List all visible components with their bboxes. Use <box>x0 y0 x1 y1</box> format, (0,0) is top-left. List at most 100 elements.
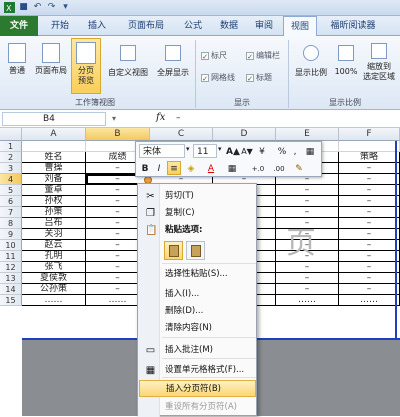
cell-a13[interactable]: 夏侯敦 <box>22 273 86 284</box>
redo-icon[interactable]: ↷ <box>46 2 57 13</box>
tab-page-layout[interactable]: 页面布局 <box>117 16 175 36</box>
tab-view[interactable]: 视图 <box>283 16 317 37</box>
column-header-d[interactable]: D <box>213 128 276 141</box>
normal-view-button[interactable]: 普通 <box>3 40 31 92</box>
cell-e14[interactable]: – <box>276 284 339 295</box>
tab-review[interactable]: 审阅 <box>247 16 281 36</box>
tab-foxit-reader[interactable]: 福昕阅读器 <box>320 16 386 36</box>
name-box[interactable]: B4 <box>2 112 106 126</box>
column-header-a[interactable]: A <box>22 128 86 141</box>
borders-button[interactable]: ▦ <box>225 161 239 175</box>
cell-f14[interactable]: – <box>339 284 400 295</box>
cell-a15[interactable]: …… <box>22 295 86 306</box>
cell-f1[interactable] <box>339 141 400 152</box>
customize-icon[interactable]: ▾ <box>60 2 71 13</box>
cell-e13[interactable]: – <box>276 273 339 284</box>
center-align-button[interactable]: ≡ <box>167 161 181 175</box>
menu-item-8[interactable]: ▭ 插入批注(M) <box>139 342 256 359</box>
cell-f5[interactable]: – <box>339 185 400 196</box>
menu-item-10[interactable]: 插入分页符(B) <box>139 380 256 397</box>
cell-a6[interactable]: 孙权 <box>22 196 86 207</box>
bold-button[interactable]: B <box>139 161 151 175</box>
page-layout-view-button[interactable]: 页面布局 <box>33 40 69 92</box>
paste-button[interactable] <box>164 241 183 260</box>
cell-a12[interactable]: 张飞 <box>22 262 86 273</box>
cell-a11[interactable]: 孔明 <box>22 251 86 262</box>
cell-f11[interactable]: – <box>339 251 400 262</box>
row-header-12[interactable]: 12 <box>0 262 22 273</box>
gridlines-checkbox[interactable]: 网格线 <box>201 72 235 83</box>
row-header-6[interactable]: 6 <box>0 196 22 207</box>
cell-a10[interactable]: 赵云 <box>22 240 86 251</box>
column-header-f[interactable]: F <box>339 128 400 141</box>
zoom-button[interactable]: 显示比例 <box>291 40 331 92</box>
cell-a14[interactable]: 公孙策 <box>22 284 86 295</box>
font-size-box[interactable]: 11 <box>193 144 217 158</box>
cell-a4[interactable]: 刘备 <box>22 174 86 185</box>
zoom-100-button[interactable]: 100% <box>333 40 359 92</box>
tab-file[interactable]: 文件 <box>0 16 38 36</box>
ruler-checkbox[interactable]: 标尺 <box>201 50 227 61</box>
row-header-8[interactable]: 8 <box>0 218 22 229</box>
cell-a2[interactable]: 姓名 <box>22 152 86 163</box>
increase-decimal-button[interactable]: +.0 <box>249 161 267 175</box>
row-header-1[interactable]: 1 <box>0 141 22 152</box>
undo-icon[interactable]: ↶ <box>32 2 43 13</box>
cell-a7[interactable]: 孙策 <box>22 207 86 218</box>
row-header-13[interactable]: 13 <box>0 273 22 284</box>
cell-f4[interactable]: – <box>339 174 400 185</box>
menu-item-0[interactable]: ✂ 剪切(T) <box>139 188 256 205</box>
cell-a8[interactable]: 吕布 <box>22 218 86 229</box>
column-header-c[interactable]: C <box>150 128 213 141</box>
format-painter-table-button[interactable]: ▦ <box>303 144 317 158</box>
font-name-dropdown-icon[interactable]: ▾ <box>186 145 190 153</box>
tab-formulas[interactable]: 公式 <box>176 16 210 36</box>
headings-checkbox[interactable]: 标题 <box>246 72 272 83</box>
tab-insert[interactable]: 插入 <box>80 16 114 36</box>
row-header-10[interactable]: 10 <box>0 240 22 251</box>
menu-item-5[interactable]: 插入(I)... <box>139 286 256 303</box>
shrink-font-button[interactable]: A▼ <box>240 144 254 158</box>
cell-f7[interactable]: – <box>339 207 400 218</box>
fill-color-button[interactable]: ◈ <box>184 161 198 175</box>
row-header-3[interactable]: 3 <box>0 163 22 174</box>
cell-a9[interactable]: 关羽 <box>22 229 86 240</box>
save-icon[interactable]: ■ <box>18 2 29 13</box>
font-name-box[interactable]: 宋体 <box>139 144 185 158</box>
row-header-15[interactable]: 15 <box>0 295 22 306</box>
custom-views-button[interactable]: 自定义视图 <box>104 40 152 92</box>
tab-home[interactable]: 开始 <box>42 16 78 36</box>
cell-e7[interactable]: – <box>276 207 339 218</box>
cell-e15[interactable]: …… <box>276 295 339 306</box>
cell-f13[interactable]: – <box>339 273 400 284</box>
currency-format-button[interactable]: ¥ <box>255 144 269 158</box>
cell-e12[interactable]: – <box>276 262 339 273</box>
page-break-preview-button[interactable]: 分页 预览 <box>71 38 101 94</box>
row-header-9[interactable]: 9 <box>0 229 22 240</box>
column-header-e[interactable]: E <box>276 128 339 141</box>
percent-format-button[interactable]: % <box>276 144 288 158</box>
font-size-dropdown-icon[interactable]: ▾ <box>218 145 222 153</box>
cell-f15[interactable]: …… <box>339 295 400 306</box>
select-all-corner[interactable] <box>0 128 22 141</box>
row-header-14[interactable]: 14 <box>0 284 22 295</box>
cell-a1[interactable] <box>22 141 86 152</box>
row-header-11[interactable]: 11 <box>0 251 22 262</box>
formula-input[interactable]: – <box>176 113 181 123</box>
insert-function-icon[interactable]: fx <box>156 112 165 123</box>
tab-data[interactable]: 数据 <box>212 16 246 36</box>
italic-button[interactable]: I <box>153 161 165 175</box>
menu-item-1[interactable]: ❐ 复制(C) <box>139 205 256 222</box>
cell-f6[interactable]: – <box>339 196 400 207</box>
grow-font-button[interactable]: A▲ <box>225 144 240 158</box>
formula-bar-checkbox[interactable]: 编辑栏 <box>246 50 280 61</box>
cell-f8[interactable]: – <box>339 218 400 229</box>
cell-a3[interactable]: 曹操 <box>22 163 86 174</box>
zoom-to-selection-button[interactable]: 缩放到 选定区域 <box>360 40 398 96</box>
decrease-decimal-button[interactable]: .00 <box>270 161 288 175</box>
row-header-2[interactable]: 2 <box>0 152 22 163</box>
cell-a5[interactable]: 董卓 <box>22 185 86 196</box>
menu-item-11[interactable]: 重设所有分页符(A) <box>139 399 256 416</box>
cell-e6[interactable]: – <box>276 196 339 207</box>
menu-item-6[interactable]: 删除(D)... <box>139 303 256 320</box>
